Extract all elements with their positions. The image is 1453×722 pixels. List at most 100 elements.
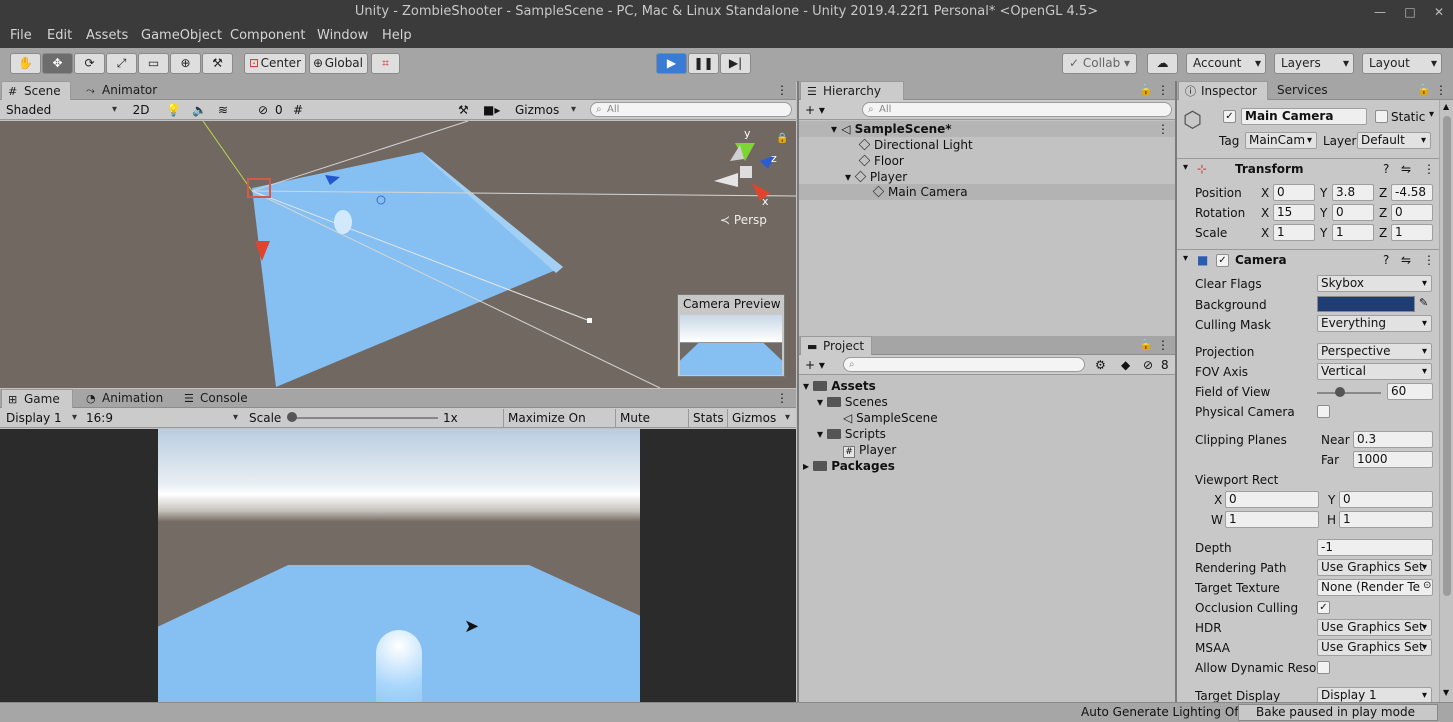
tree-item-scenes[interactable]: ▾ Scenes: [817, 394, 888, 410]
gizmos-dropdown[interactable]: Gizmos: [515, 101, 579, 119]
tree-item-packages[interactable]: ▸ Packages: [803, 458, 895, 474]
maximize-icon[interactable]: □: [1396, 0, 1424, 24]
rect-tool-icon[interactable]: ▭: [138, 53, 169, 74]
hierarchy-search-input[interactable]: ⌕ All: [862, 102, 1172, 117]
tab-project[interactable]: ▬ Project: [800, 336, 872, 355]
object-name-field[interactable]: Main Camera: [1241, 108, 1367, 125]
static-dropdown-icon[interactable]: ▾: [1429, 109, 1434, 120]
layout-dropdown[interactable]: Layout ▾: [1362, 53, 1442, 74]
tab-animation[interactable]: ◔ Animation: [80, 389, 176, 408]
menu-gameobject[interactable]: GameObject: [141, 24, 222, 48]
create-plus-icon[interactable]: + ▾: [805, 101, 825, 119]
move-tool-icon[interactable]: ✥: [42, 53, 73, 74]
tree-item-scene[interactable]: ▾ ◁ SampleScene*: [831, 121, 952, 137]
lock-icon[interactable]: 🔒: [1139, 81, 1153, 99]
tab-services[interactable]: Services: [1269, 81, 1349, 100]
lock-icon[interactable]: 🔒: [776, 132, 788, 144]
tab-hierarchy[interactable]: ☰ Hierarchy: [800, 81, 904, 100]
eyedropper-icon[interactable]: ✎: [1419, 296, 1428, 309]
lock-icon[interactable]: 🔒: [1139, 336, 1153, 354]
camera-enabled-checkbox[interactable]: ✓: [1216, 254, 1229, 267]
layer-dropdown[interactable]: Default: [1357, 132, 1431, 149]
rotation-z-field[interactable]: 0: [1391, 204, 1433, 221]
effects-icon[interactable]: ≋: [218, 101, 228, 119]
custom-tool-icon[interactable]: ⚒: [202, 53, 233, 74]
tree-item-directional-light[interactable]: Directional Light: [858, 137, 973, 153]
position-z-field[interactable]: -4.58: [1391, 184, 1433, 201]
grid-toggle-icon[interactable]: #: [293, 101, 303, 119]
game-view[interactable]: ➤: [0, 429, 796, 702]
account-dropdown[interactable]: Account ▾: [1186, 53, 1266, 74]
panel-menu-icon[interactable]: ⋮: [1435, 81, 1447, 99]
play-button[interactable]: ▶: [656, 53, 687, 74]
menu-file[interactable]: File: [10, 24, 32, 48]
scale-slider-thumb[interactable]: [287, 412, 297, 422]
scrollbar-thumb[interactable]: [1443, 116, 1451, 596]
rotate-tool-icon[interactable]: ⟳: [74, 53, 105, 74]
tab-game[interactable]: ⊞ Game: [1, 389, 73, 408]
viewport-w-field[interactable]: 1: [1225, 511, 1319, 528]
shading-mode-dropdown[interactable]: Shaded: [6, 101, 120, 119]
clear-flags-dropdown[interactable]: Skybox: [1317, 275, 1432, 292]
filter-type-icon[interactable]: ⚙: [1095, 356, 1106, 374]
viewport-h-field[interactable]: 1: [1339, 511, 1433, 528]
bake-progress[interactable]: Bake paused in play mode: [1238, 704, 1438, 721]
persp-label[interactable]: ≺ Persp: [720, 213, 767, 227]
culling-mask-dropdown[interactable]: Everything: [1317, 315, 1432, 332]
near-field[interactable]: 0.3: [1353, 431, 1433, 448]
scene-menu-icon[interactable]: ⋮: [1157, 121, 1169, 137]
pause-button[interactable]: ❚❚: [688, 53, 719, 74]
transform-header[interactable]: ▾ ⊹ Transform ? ⇋ ⋮: [1177, 158, 1439, 180]
fov-axis-dropdown[interactable]: Vertical: [1317, 363, 1432, 380]
tab-scene[interactable]: # Scene: [1, 81, 71, 100]
audio-icon[interactable]: 🔈: [192, 101, 207, 119]
camera-header[interactable]: ▾ ■ ✓ Camera ? ⇋ ⋮: [1177, 249, 1439, 271]
menu-assets[interactable]: Assets: [86, 24, 128, 48]
scale-tool-icon[interactable]: ⤢: [106, 53, 137, 74]
physical-camera-checkbox[interactable]: [1317, 405, 1330, 418]
hidden-packages-icon[interactable]: ⊘: [1143, 356, 1153, 374]
aspect-dropdown[interactable]: 16:9: [86, 409, 241, 427]
tree-item-scripts[interactable]: ▾ Scripts: [817, 426, 886, 442]
tab-inspector[interactable]: ⓘ Inspector: [1178, 81, 1268, 100]
occlusion-culling-checkbox[interactable]: ✓: [1317, 601, 1330, 614]
global-space-button[interactable]: ⊕ Global: [309, 53, 368, 74]
panel-menu-icon[interactable]: ⋮: [776, 389, 788, 407]
viewport-x-field[interactable]: 0: [1225, 491, 1319, 508]
scroll-up-icon[interactable]: ▲: [1443, 102, 1449, 111]
minimize-icon[interactable]: —: [1366, 0, 1394, 24]
menu-window[interactable]: Window: [317, 24, 368, 48]
tree-item-floor[interactable]: Floor: [858, 153, 904, 169]
step-button[interactable]: ▶|: [720, 53, 751, 74]
rendering-path-dropdown[interactable]: Use Graphics Set: [1317, 559, 1432, 576]
maximize-on-play-toggle[interactable]: Maximize On Play: [503, 409, 613, 443]
inspector-scrollbar[interactable]: ▲ ▼: [1439, 100, 1453, 702]
cloud-icon[interactable]: ☁: [1147, 53, 1178, 74]
scale-x-field[interactable]: 1: [1273, 224, 1315, 241]
filter-label-icon[interactable]: ◆: [1121, 356, 1130, 374]
rotation-x-field[interactable]: 15: [1273, 204, 1315, 221]
msaa-dropdown[interactable]: Use Graphics Set: [1317, 639, 1432, 656]
scene-viewport[interactable]: y z x 🔒 ≺ Persp Camera Preview: [0, 121, 796, 388]
tools-icon[interactable]: ⚒: [458, 101, 469, 119]
tree-item-samplescene[interactable]: ◁ SampleScene: [843, 410, 938, 426]
lock-icon[interactable]: 🔒: [1417, 81, 1431, 99]
layers-dropdown[interactable]: Layers ▾: [1274, 53, 1354, 74]
transform-tool-icon[interactable]: ⊕: [170, 53, 201, 74]
scale-slider-track[interactable]: [290, 417, 438, 419]
presets-icon[interactable]: ⇋: [1401, 162, 1411, 176]
mute-audio-toggle[interactable]: Mute Audio: [615, 409, 687, 443]
tree-item-player[interactable]: ▾ Player: [845, 169, 907, 185]
help-icon[interactable]: ?: [1383, 162, 1389, 176]
presets-icon[interactable]: ⇋: [1401, 253, 1411, 267]
component-menu-icon[interactable]: ⋮: [1423, 162, 1435, 176]
static-checkbox[interactable]: [1375, 110, 1388, 123]
active-checkbox[interactable]: ✓: [1223, 110, 1236, 123]
viewport-y-field[interactable]: 0: [1339, 491, 1433, 508]
panel-menu-icon[interactable]: ⋮: [776, 81, 788, 99]
stats-toggle[interactable]: Stats: [688, 409, 726, 427]
hidden-objects-icon[interactable]: ⊘: [258, 101, 268, 119]
position-y-field[interactable]: 3.8: [1332, 184, 1374, 201]
scale-y-field[interactable]: 1: [1332, 224, 1374, 241]
project-search-input[interactable]: ⌕: [843, 357, 1085, 372]
